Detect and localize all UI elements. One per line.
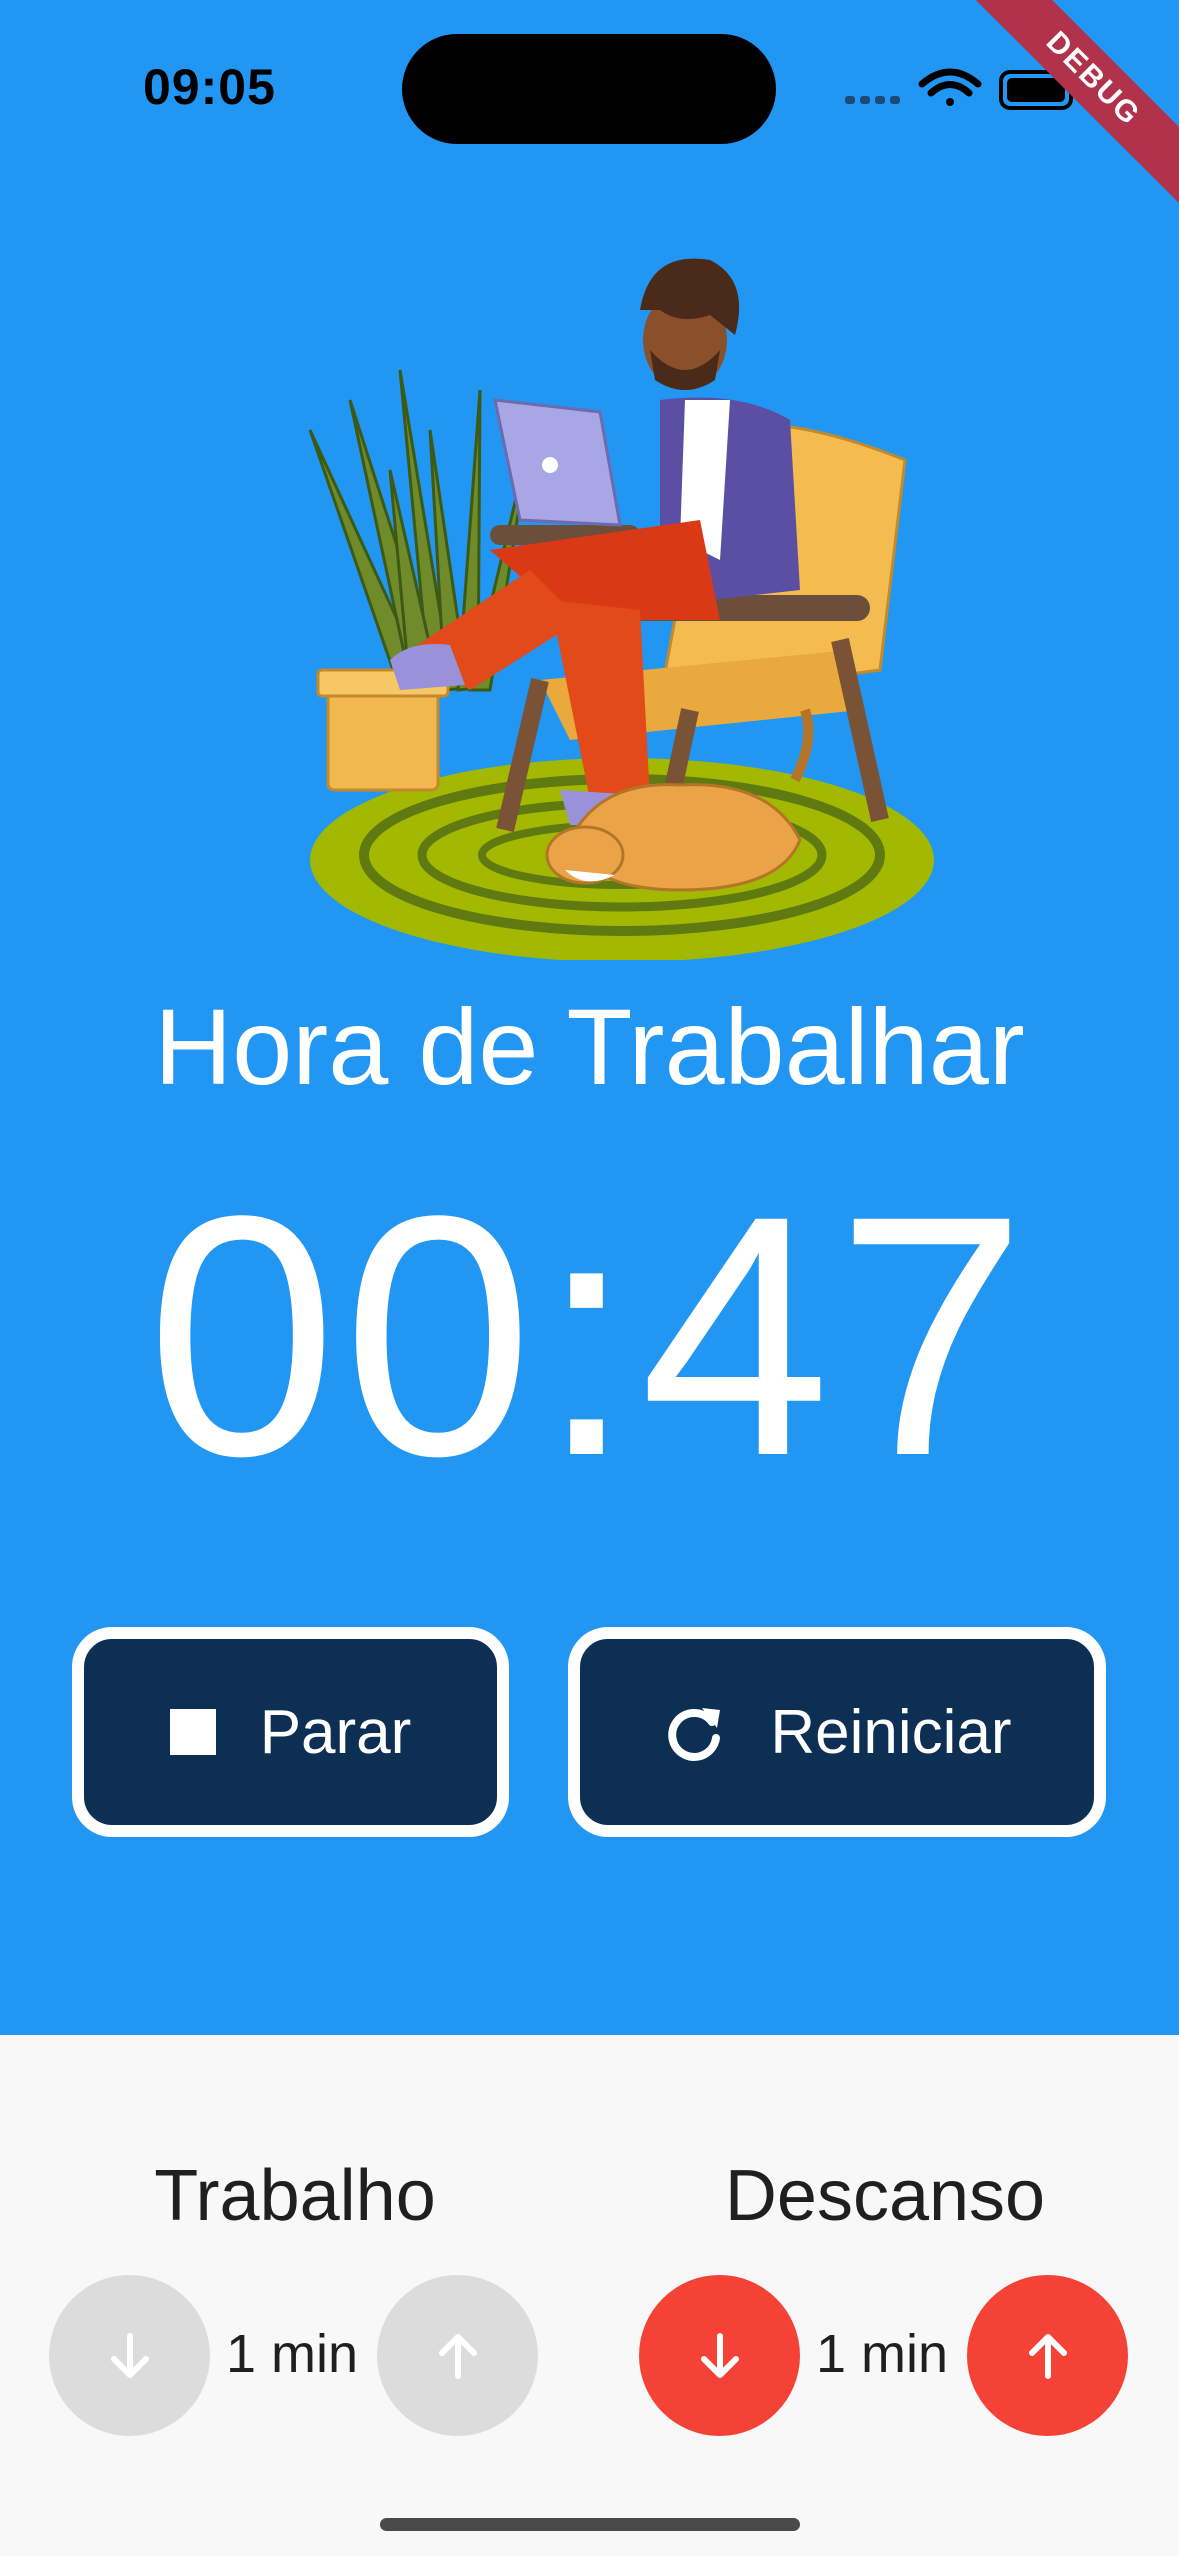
arrow-up-icon <box>438 2333 477 2379</box>
timer-screen: 09:05 DEBUG Hora de Trabalhar 00:47 Para… <box>0 0 1179 2035</box>
refresh-icon <box>662 1700 726 1764</box>
work-duration-title: Trabalho <box>154 2156 436 2236</box>
stop-icon <box>169 1709 216 1755</box>
status-time: 09:05 <box>143 59 276 115</box>
dynamic-island <box>402 34 776 144</box>
countdown-timer: 00:47 <box>146 1145 1033 1527</box>
wifi-icon <box>918 68 982 106</box>
home-indicator[interactable] <box>380 2518 800 2531</box>
arrow-down-icon <box>700 2332 739 2378</box>
rest-duration-title: Descanso <box>724 2156 1046 2236</box>
arrow-up-icon <box>1028 2333 1067 2379</box>
stop-button[interactable]: Parar <box>72 1627 509 1837</box>
work-duration-value: 1 min <box>225 2324 359 2384</box>
restart-button-label: Reiniciar <box>770 1697 1012 1767</box>
work-increase-button[interactable] <box>377 2275 538 2436</box>
stop-button-label: Parar <box>259 1697 412 1767</box>
work-decrease-button[interactable] <box>49 2275 210 2436</box>
rest-increase-button[interactable] <box>967 2275 1128 2436</box>
signal-icon <box>845 96 900 104</box>
mode-title: Hora de Trabalhar <box>154 986 1025 1107</box>
restart-button[interactable]: Reiniciar <box>568 1627 1106 1837</box>
rest-decrease-button[interactable] <box>639 2275 800 2436</box>
illustration <box>308 258 934 960</box>
rest-duration-value: 1 min <box>815 2324 949 2384</box>
arrow-down-icon <box>110 2332 149 2378</box>
